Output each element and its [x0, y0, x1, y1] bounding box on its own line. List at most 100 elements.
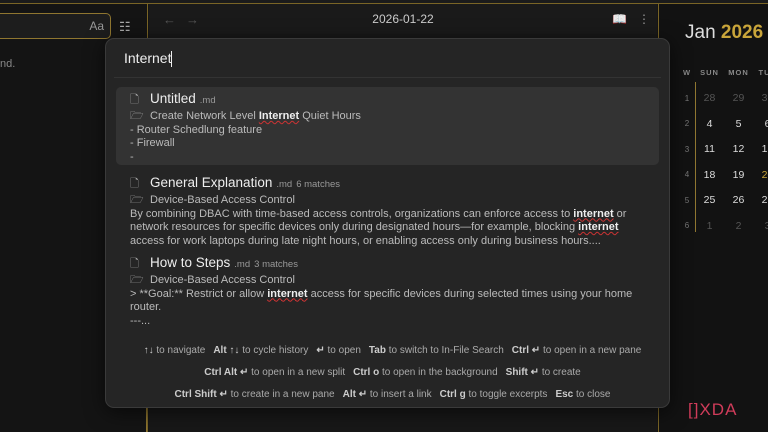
calendar-day[interactable]: 3: [753, 220, 768, 232]
hint-description: to open in a new pane: [542, 345, 642, 356]
calendar-day[interactable]: 11: [695, 143, 724, 155]
result-title: How to Steps: [150, 255, 231, 270]
week-number[interactable]: 4: [679, 170, 695, 179]
folder-icon: 🗁: [130, 194, 144, 206]
hint-key: ↑↓: [143, 345, 154, 356]
calendar-day[interactable]: 29: [724, 92, 753, 104]
calendar-day[interactable]: 1: [695, 220, 724, 232]
result-title: General Explanation: [150, 175, 273, 190]
hint-key: Ctrl g: [439, 389, 466, 400]
calendar-day[interactable]: 5: [724, 118, 753, 130]
header-week: W: [682, 68, 692, 78]
calendar-day[interactable]: 27: [753, 194, 768, 206]
quick-switcher-modal: Internet 🗋 Untitled .md 🗁 Create Network Le…: [105, 38, 670, 408]
hint-key: Alt ↑↓: [213, 345, 240, 356]
calendar-week-row: 5252627: [679, 188, 768, 214]
match-highlight: Internet: [258, 110, 300, 122]
sidebar-search-input[interactable]: Aa: [0, 13, 111, 39]
search-result[interactable]: 🗋 Untitled .md 🗁 Create Network Level Inter…: [116, 87, 659, 165]
calendar-day[interactable]: 6: [753, 118, 768, 130]
filter-sliders-icon[interactable]: ☷: [119, 19, 131, 35]
calendar-day[interactable]: 18: [695, 169, 724, 181]
calendar-week-row: 4181920: [679, 162, 768, 188]
excerpt-line: -: [130, 150, 134, 163]
sidebar-snippet: nd.: [0, 58, 16, 70]
calendar-day[interactable]: 30: [753, 92, 768, 104]
week-number[interactable]: 1: [679, 94, 695, 103]
hint-key: Shift ↵: [505, 367, 540, 378]
file-icon: 🗋: [130, 258, 139, 270]
folder-icon: 🗁: [130, 274, 144, 286]
hint-key: Tab: [368, 345, 386, 356]
result-ext: .md: [199, 95, 216, 106]
calendar-day[interactable]: 20: [753, 169, 768, 181]
week-number[interactable]: 6: [679, 221, 695, 230]
excerpt-line: access for work laptops during late nigh…: [130, 234, 601, 247]
calendar-week-row: 1282930: [679, 86, 768, 112]
search-input[interactable]: Internet: [124, 50, 173, 68]
header-sun: SUN: [700, 68, 719, 78]
hint-description: to create: [541, 367, 581, 378]
hint-key: Ctrl Alt ↵: [204, 367, 249, 378]
reading-view-book-icon[interactable]: 📖: [612, 12, 627, 26]
calendar-day[interactable]: 28: [695, 92, 724, 104]
hint-key: Ctrl Shift ↵: [174, 389, 228, 400]
file-icon: 🗋: [130, 94, 139, 106]
hints-row: ↑↓ to navigate Alt ↑↓ to cycle history ↵ t…: [106, 345, 671, 356]
hint-key: Ctrl o: [353, 367, 380, 378]
week-number[interactable]: 3: [679, 145, 695, 154]
note-title: 2026-01-22: [372, 12, 434, 26]
calendar-day[interactable]: 2: [724, 220, 753, 232]
calendar-week-row: 2456: [679, 111, 768, 137]
file-icon: 🗋: [130, 178, 139, 190]
calendar-day[interactable]: 12: [724, 143, 753, 155]
hint-key: ↵: [316, 345, 325, 356]
calendar-day[interactable]: 25: [695, 194, 724, 206]
hint-description: to create in a new pane: [230, 389, 335, 400]
calendar-day[interactable]: 19: [724, 169, 753, 181]
header-tue: TUE: [758, 68, 768, 78]
search-result[interactable]: 🗋 How to Steps .md 3 matches 🗁 Device-Based …: [116, 251, 659, 332]
divider: [146, 408, 147, 432]
folder-icon: 🗁: [130, 110, 144, 122]
calendar-year: 2026: [720, 22, 764, 43]
hint-description: to close: [576, 389, 611, 400]
hint-description: to open: [327, 345, 361, 356]
hint-description: to insert a link: [369, 389, 432, 400]
calendar-day[interactable]: 26: [724, 194, 753, 206]
excerpt-line: - Firewall: [130, 137, 175, 149]
xda-watermark-logo: []XDA: [688, 400, 738, 419]
calendar-header-row: W SUN MON TUE: [679, 60, 768, 86]
hint-key: Alt ↵: [342, 389, 368, 400]
calendar-day[interactable]: 13: [753, 143, 768, 155]
search-result[interactable]: 🗋 General Explanation .md 6 matches 🗁 Device…: [116, 171, 659, 252]
hint-description: to cycle history: [242, 345, 309, 356]
excerpt-line: ---...: [130, 314, 151, 327]
hint-key: Ctrl ↵: [511, 345, 541, 356]
week-number[interactable]: 5: [679, 196, 695, 205]
excerpt-line: - Router Schedlung feature: [130, 123, 263, 136]
hint-description: to open in a new split: [251, 367, 346, 378]
hints-row: Ctrl Alt ↵ to open in a new split Ctrl o …: [106, 367, 671, 378]
result-folder: Device-Based Access Control: [150, 274, 295, 286]
result-title: Untitled: [150, 91, 196, 106]
hint-description: to toggle excerpts: [468, 389, 548, 400]
result-folder: Device-Based Access Control: [150, 194, 295, 206]
calendar-panel: Jan 2026 W SUN MON TUE 12829302456311121…: [658, 4, 768, 432]
match-count: 6 matches: [296, 179, 341, 190]
editor-header: ← → 2026-01-22 📖 ⋮: [149, 4, 657, 34]
hint-description: to switch to In-File Search: [388, 345, 504, 356]
excerpt-line: router.: [130, 301, 162, 313]
more-options-icon[interactable]: ⋮: [638, 12, 650, 26]
calendar-title: Jan 2026: [685, 22, 763, 44]
calendar-month: Jan: [685, 22, 716, 43]
match-case-toggle[interactable]: Aa: [89, 19, 104, 33]
calendar-week-row: 6123: [679, 213, 768, 239]
week-number[interactable]: 2: [679, 119, 695, 128]
hint-description: to open in the background: [382, 367, 498, 378]
header-mon: MON: [728, 68, 749, 78]
match-count: 3 matches: [254, 259, 298, 270]
hint-description: to navigate: [156, 345, 206, 356]
calendar-day[interactable]: 4: [695, 118, 724, 130]
hints-row: Ctrl Shift ↵ to create in a new pane Alt …: [106, 389, 671, 400]
